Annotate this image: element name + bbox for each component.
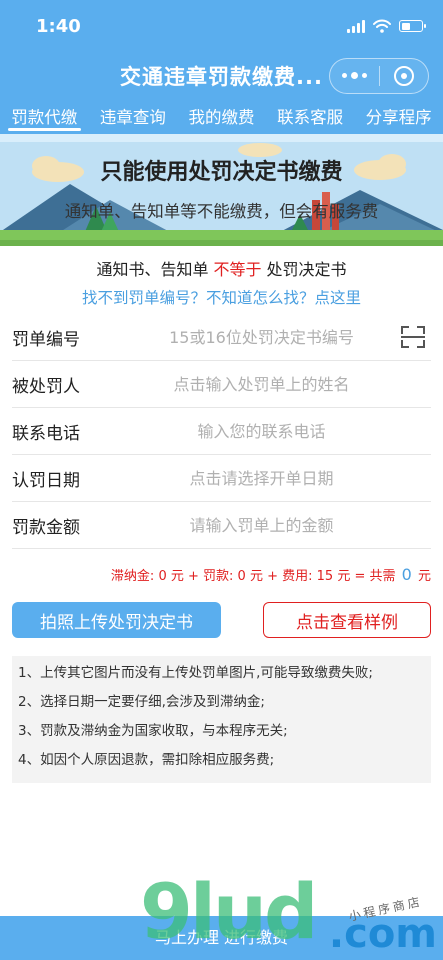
close-mini-program-button[interactable] [380, 59, 429, 93]
notice-line: 通知书、告知单 不等于 处罚决定书 [0, 256, 443, 280]
name-input[interactable] [112, 374, 431, 394]
phone-label: 联系电话 [12, 423, 80, 444]
more-dots-icon [341, 72, 367, 79]
target-close-icon [393, 66, 414, 86]
scan-icon[interactable] [401, 326, 425, 348]
tab-my-payments[interactable]: 我的缴费 [177, 100, 266, 134]
action-buttons: 拍照上传处罚决定书 点击查看样例 [0, 602, 443, 638]
signal-icon [347, 19, 365, 33]
form-row-name: 被处罚人 [12, 361, 431, 408]
wifi-icon [373, 19, 391, 33]
tab-share[interactable]: 分享程序 [354, 100, 443, 134]
status-icons [347, 19, 426, 33]
notice-right: 处罚决定书 [266, 260, 347, 279]
sum-value: 0 [401, 565, 412, 584]
amount-input[interactable] [112, 515, 431, 535]
name-label: 被处罚人 [12, 376, 80, 397]
more-menu-button[interactable] [330, 59, 379, 93]
view-sample-button[interactable]: 点击查看样例 [263, 602, 431, 638]
date-picker-input[interactable] [112, 468, 431, 488]
form-row-phone: 联系电话 [12, 408, 431, 455]
notice-highlight: 不等于 [213, 260, 262, 279]
form-row-date: 认罚日期 [12, 455, 431, 502]
amount-label: 罚款金额 [12, 517, 80, 538]
submit-payment-button[interactable]: 马上办理 进行缴费 [0, 916, 443, 960]
page-title: 交通违章罚款缴费... [120, 65, 323, 89]
tab-violation-query[interactable]: 违章查询 [89, 100, 178, 134]
status-time: 1:40 [36, 15, 81, 37]
banner-subtitle: 通知单、告知单等不能缴费，但会有服务费 [64, 202, 379, 221]
form-row-amount: 罚款金额 [12, 502, 431, 549]
fee-value: 15 [316, 569, 334, 584]
mini-program-capsule [329, 58, 429, 94]
form-row-ticket-number: 罚单编号 [12, 314, 431, 361]
ticket-number-input[interactable] [112, 327, 431, 347]
fee-label: 元 + 费用: [249, 569, 313, 584]
payment-form: 罚单编号 被处罚人 联系电话 认罚日期 罚款金额 [0, 314, 443, 549]
fee-total: 滞纳金: 0 元 + 罚款: 0 元 + 费用: 15 元 = 共需 0 元 [0, 565, 443, 584]
tab-customer-service[interactable]: 联系客服 [266, 100, 355, 134]
note-item: 1、上传其它图片而没有上传处罚单图片,可能导致缴费失败; [18, 665, 373, 681]
sum-label: 元 = 共需 [337, 569, 396, 584]
tab-bar: 罚款代缴 违章查询 我的缴费 联系客服 分享程序 [0, 100, 443, 134]
note-item: 2、选择日期一定要仔细,会涉及到滞纳金; [18, 694, 265, 710]
tab-fine-payment[interactable]: 罚款代缴 [0, 100, 89, 134]
title-bar: 交通违章罚款缴费... [0, 52, 443, 100]
fine-value: 0 [237, 569, 246, 584]
date-label: 认罚日期 [12, 470, 80, 491]
upload-photo-button[interactable]: 拍照上传处罚决定书 [12, 602, 221, 638]
late-fee-label: 滞纳金: [110, 569, 155, 584]
late-fee-value: 0 [158, 569, 167, 584]
note-item: 3、罚款及滞纳金为国家收取，与本程序无关; [18, 723, 288, 739]
banner-title: 只能使用处罚决定书缴费 [100, 160, 343, 185]
fine-label: 元 + 罚款: [170, 569, 234, 584]
note-item: 4、如因个人原因退款，需扣除相应服务费; [18, 752, 275, 768]
status-bar: 1:40 [0, 0, 443, 52]
notice-left: 通知书、告知单 [96, 260, 209, 279]
help-link[interactable]: 找不到罚单编号？不知道怎么找？点这里 [0, 286, 443, 308]
battery-icon [399, 20, 426, 32]
banner: 只能使用处罚决定书缴费 通知单、告知单等不能缴费，但会有服务费 [0, 134, 443, 246]
notes-box: 1、上传其它图片而没有上传处罚单图片,可能导致缴费失败; 2、选择日期一定要仔细… [12, 656, 431, 783]
phone-input[interactable] [112, 421, 431, 441]
sum-unit: 元 [417, 569, 431, 584]
ticket-number-label: 罚单编号 [12, 329, 80, 350]
